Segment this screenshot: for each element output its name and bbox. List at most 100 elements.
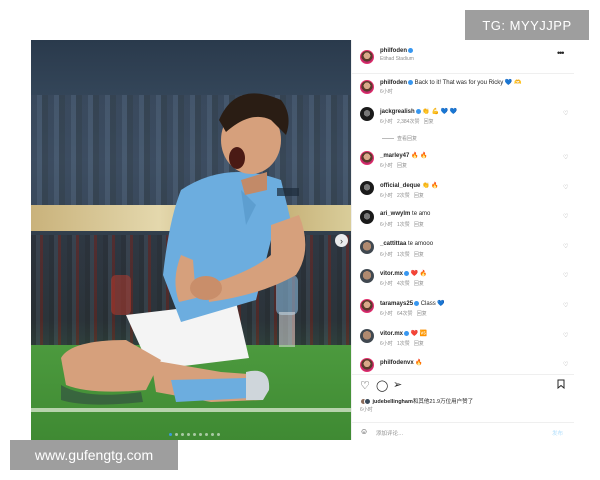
comment-line: _cattittaa te amooo [380, 241, 433, 247]
reply-button[interactable]: 回复 [414, 281, 424, 287]
comment-like-icon[interactable]: ♡ [563, 272, 568, 279]
emoji-icon[interactable]: ☺ [360, 427, 368, 436]
comment-likes[interactable]: 1次赞 [397, 222, 410, 228]
likes-user[interactable]: judebellingham [373, 399, 413, 405]
comment-likes[interactable]: 4次赞 [397, 281, 410, 287]
reply-button[interactable]: 回复 [414, 252, 424, 258]
comment-time: 6小时 [380, 119, 393, 125]
comment-line: jackgrealish 👏 💪 💙 💙 [380, 108, 457, 115]
comment-username[interactable]: ari_wwylm [380, 211, 410, 217]
comment-like-icon[interactable]: ♡ [563, 302, 568, 309]
comment-username[interactable]: jackgrealish [380, 109, 415, 115]
caption-username[interactable]: philfoden [380, 80, 407, 86]
comment-like-icon[interactable]: ♡ [563, 243, 568, 250]
more-horizontal-icon[interactable]: ••• [557, 48, 565, 58]
view-replies-label[interactable]: 查看回复 [397, 136, 417, 142]
comment-username[interactable]: philfodenvx [380, 360, 414, 366]
player-figure [61, 93, 306, 405]
add-comment-bar: ☺ 添加评论… 发布 [352, 422, 574, 440]
comment-line: vitor.mx ❤️ 🆚 [380, 330, 427, 337]
comment-avatar[interactable] [360, 269, 374, 283]
comment-text: te amo [412, 211, 431, 217]
comment-text: 👏 🔥 [422, 183, 439, 189]
comment-username[interactable]: official_deque [380, 183, 420, 189]
author-avatar[interactable] [360, 50, 374, 64]
comment-meta: 6小时 1次赞 回复 [380, 251, 424, 258]
chevron-right-icon[interactable]: › [335, 234, 348, 247]
comment-like-icon[interactable]: ♡ [563, 361, 568, 368]
verified-icon [414, 300, 420, 306]
liker-avatar [364, 398, 371, 406]
post-photo[interactable]: › [31, 40, 351, 440]
comment-like-icon[interactable]: ♡ [563, 154, 568, 161]
send-icon[interactable]: ➢ [393, 378, 402, 391]
comment-line: taramays25 Class 💙 [380, 300, 445, 307]
comment-like-icon[interactable]: ♡ [563, 332, 568, 339]
watermark-top: TG: MYYJJPP [465, 10, 589, 40]
comment-icon[interactable]: ◯ [376, 379, 388, 392]
comment-likes[interactable]: 1次赞 [397, 341, 410, 347]
comment-avatar[interactable] [360, 181, 374, 195]
post-location[interactable]: Etihad Stadium [380, 56, 414, 62]
comment-username[interactable]: vitor.mx [380, 331, 403, 337]
comment-like-icon[interactable]: ♡ [563, 110, 568, 117]
comment-likes[interactable]: 64次赞 [397, 311, 413, 317]
comment-avatar[interactable] [360, 329, 374, 343]
comment-text: ❤️ 🆚 [410, 331, 428, 337]
caption-text: Back to it! That was for you Ricky 💙 🫶 [414, 80, 522, 86]
comment-line: _marley47 🔥 🔥 [380, 152, 428, 159]
comment-meta: 6小时 4次赞 回复 [380, 280, 424, 287]
comment-username[interactable]: vitor.mx [380, 271, 403, 277]
view-replies-button[interactable]: 查看回复 [382, 135, 417, 142]
comment-likes[interactable]: 2次赞 [397, 193, 410, 199]
verified-icon [408, 79, 413, 85]
comment-avatar[interactable] [360, 358, 374, 372]
comment-username[interactable]: taramays25 [380, 301, 413, 307]
comment-line: ari_wwylm te amo [380, 211, 430, 217]
post-comment-button[interactable]: 发布 [552, 429, 563, 437]
comment-meta: 6小时 64次赞 回复 [380, 310, 427, 317]
comment-username[interactable]: _marley47 [380, 153, 409, 159]
comment-time: 6小时 [380, 252, 393, 258]
reply-button[interactable]: 回复 [414, 193, 424, 199]
comment-like-icon[interactable]: ♡ [563, 184, 568, 191]
comment-text: ❤️ 🔥 [410, 271, 428, 277]
comment-avatar[interactable] [360, 240, 374, 254]
comment-time: 6小时 [380, 163, 393, 169]
watermark-bottom: www.gufengtg.com [10, 440, 178, 470]
likes-rest[interactable]: 和其他21.9万位用户赞了 [413, 399, 473, 405]
comment-text: 🔥 🔥 [411, 153, 428, 159]
comment-likes[interactable]: 2,384次赞 [397, 119, 420, 125]
comment-avatar[interactable] [360, 210, 374, 224]
verified-icon [408, 48, 413, 53]
comment-likes[interactable]: 1次赞 [397, 252, 410, 258]
comment-username[interactable]: _cattittaa [380, 241, 406, 247]
comment-avatar[interactable] [360, 299, 374, 313]
likes-summary: judebellingham和其他21.9万位用户赞了 [360, 397, 473, 406]
reply-button[interactable]: 回复 [414, 222, 424, 228]
comment-text: Class 💙 [420, 301, 445, 307]
comment-avatar[interactable] [360, 151, 374, 165]
reply-button[interactable]: 回复 [414, 341, 424, 347]
comment-avatar[interactable] [360, 107, 374, 121]
comment-time: 6小时 [380, 311, 393, 317]
comment-text: 🔥 [415, 360, 423, 366]
verified-icon [415, 108, 421, 114]
caption-avatar[interactable] [360, 80, 374, 94]
comment-line: vitor.mx ❤️ 🔥 [380, 270, 427, 277]
carousel-dots [169, 433, 220, 436]
comment-time: 6小时 [380, 281, 393, 287]
author-username[interactable]: philfoden [380, 48, 407, 54]
reply-button[interactable]: 回复 [424, 119, 434, 125]
comment-time: 6小时 [380, 222, 393, 228]
comment-time: 6小时 [380, 193, 393, 199]
comment-meta: 6小时 1次赞 回复 [380, 340, 424, 347]
bookmark-icon[interactable] [557, 379, 565, 392]
comment-like-icon[interactable]: ♡ [563, 213, 568, 220]
reply-button[interactable]: 回复 [397, 163, 407, 169]
instagram-post: › philfoden Etihad Stadium ••• philfoden… [31, 40, 574, 440]
comment-meta: 6小时 2次赞 回复 [380, 192, 424, 199]
reply-button[interactable]: 回复 [417, 311, 427, 317]
heart-icon[interactable]: ♡ [360, 379, 370, 392]
comment-input[interactable]: 添加评论… [376, 429, 404, 437]
